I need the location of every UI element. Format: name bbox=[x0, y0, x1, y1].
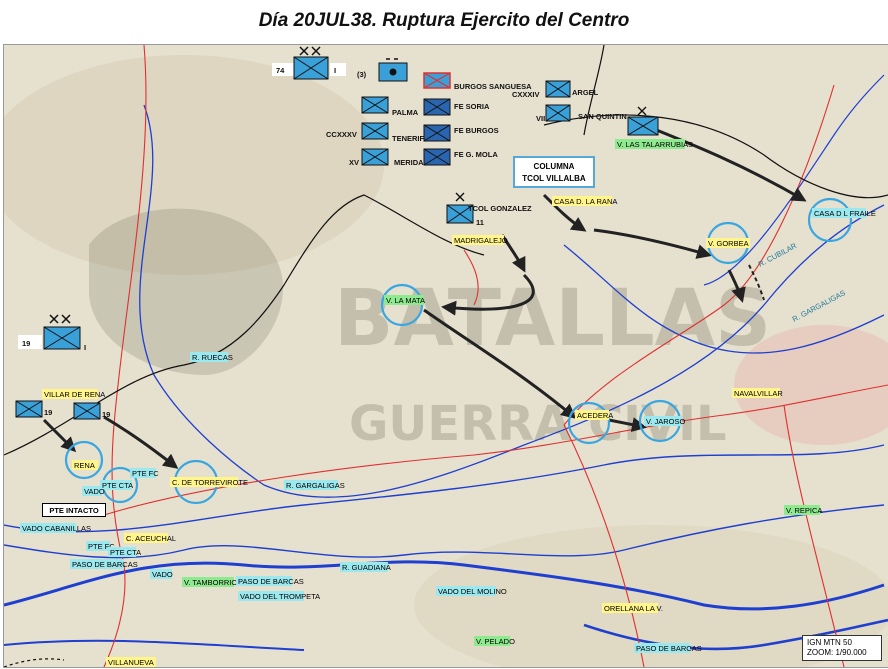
svg-text:VILLAR DE RENA: VILLAR DE RENA bbox=[44, 390, 105, 399]
svg-text:11: 11 bbox=[476, 218, 484, 227]
label-pte-cta: PTE CTA bbox=[100, 480, 133, 490]
scale-line1: IGN MTN 50 bbox=[807, 638, 852, 647]
svg-text:PASO DE BARCAS: PASO DE BARCAS bbox=[636, 644, 702, 653]
bridge-intact-box: PTE INTACTO bbox=[42, 503, 106, 517]
label-orellana: ORELLANA LA V. bbox=[602, 603, 663, 613]
svg-text:CXXXIV: CXXXIV bbox=[512, 90, 540, 99]
label-villar-rena: VILLAR DE RENA bbox=[42, 389, 105, 399]
svg-text:CASA D L FRAILE: CASA D L FRAILE bbox=[814, 209, 876, 218]
svg-text:PTE CTA: PTE CTA bbox=[110, 548, 141, 557]
svg-text:V. JAROSO: V. JAROSO bbox=[646, 417, 685, 426]
svg-text:PASO DE BARCAS: PASO DE BARCAS bbox=[238, 577, 304, 586]
svg-text:FE BURGOS: FE BURGOS bbox=[454, 126, 499, 135]
svg-text:FE G. MOLA: FE G. MOLA bbox=[454, 150, 498, 159]
svg-text:V. LA MATA: V. LA MATA bbox=[386, 296, 425, 305]
svg-text:V. REPICA: V. REPICA bbox=[786, 506, 822, 515]
label-paso-barcas2: PASO DE BARCAS bbox=[236, 576, 304, 586]
label-v-repica: V. REPICA bbox=[784, 505, 822, 515]
svg-text:SAN QUINTIN: SAN QUINTIN bbox=[578, 112, 627, 121]
label-acedera: ACEDERA bbox=[575, 410, 613, 420]
svg-text:V. PELADO: V. PELADO bbox=[476, 637, 515, 646]
svg-text:C. DE TORREVIROTE: C. DE TORREVIROTE bbox=[172, 478, 248, 487]
label-v-tamborrio: V. TAMBORRIO bbox=[182, 577, 237, 587]
svg-text:I: I bbox=[334, 66, 336, 75]
scale-line2: ZOOM: 1/90.000 bbox=[807, 648, 867, 657]
label-rena: RENA bbox=[72, 460, 98, 470]
svg-text:I: I bbox=[84, 343, 86, 352]
svg-text:VII: VII bbox=[536, 114, 545, 123]
scale-box: IGN MTN 50 ZOOM: 1/90.000 bbox=[802, 635, 882, 661]
svg-text:ARGEL: ARGEL bbox=[572, 88, 599, 97]
label-navalvillar: NAVALVILLAR bbox=[732, 388, 783, 398]
callout-line1: COLUMNA bbox=[533, 162, 575, 171]
label-pte-cta2: PTE CTA bbox=[108, 547, 141, 557]
svg-text:74: 74 bbox=[276, 66, 285, 75]
label-c-torrevirote: C. DE TORREVIROTE bbox=[170, 477, 248, 487]
svg-text:ORELLANA LA V.: ORELLANA LA V. bbox=[604, 604, 663, 613]
label-casa-rana: CASA D. LA RANA bbox=[552, 196, 617, 206]
label-v-la-mata: V. LA MATA bbox=[384, 295, 425, 305]
label-villanueva: VILLANUEVA bbox=[106, 657, 156, 667]
svg-text:19: 19 bbox=[102, 410, 110, 419]
svg-text:V. TAMBORRIO: V. TAMBORRIO bbox=[184, 578, 237, 587]
svg-text:TCOL GONZALEZ: TCOL GONZALEZ bbox=[468, 204, 532, 213]
label-madrigalejo: MADRIGALEJO bbox=[452, 235, 508, 245]
svg-text:MADRIGALEJO: MADRIGALEJO bbox=[454, 236, 508, 245]
svg-text:VADO: VADO bbox=[84, 487, 105, 496]
svg-text:VADO DEL MOLINO: VADO DEL MOLINO bbox=[438, 587, 507, 596]
watermark-line1: BATALLAS bbox=[334, 274, 771, 364]
svg-text:PASO DE BARCAS: PASO DE BARCAS bbox=[72, 560, 138, 569]
label-r-gargaligas-s: R. GARGALIGAS bbox=[284, 480, 345, 490]
label-casa-fraile: CASA D L FRAILE bbox=[812, 208, 876, 218]
svg-text:ACEDERA: ACEDERA bbox=[577, 411, 613, 420]
svg-text:MERIDA: MERIDA bbox=[394, 158, 424, 167]
svg-text:19: 19 bbox=[22, 339, 30, 348]
column-callout: COLUMNA TCOL VILLALBA bbox=[513, 156, 595, 188]
svg-text:XV: XV bbox=[349, 158, 359, 167]
label-v-pelado: V. PELADO bbox=[474, 636, 515, 646]
svg-text:PALMA: PALMA bbox=[392, 108, 419, 117]
label-paso-barcas3: PASO DE BARCAS bbox=[634, 643, 702, 653]
svg-text:VADO: VADO bbox=[152, 570, 173, 579]
svg-text:CCXXXV: CCXXXV bbox=[326, 130, 357, 139]
svg-text:19: 19 bbox=[44, 408, 52, 417]
label-r-guadiana: R. GUADIANA bbox=[340, 562, 391, 572]
svg-text:R. RUECAS: R. RUECAS bbox=[192, 353, 233, 362]
svg-text:VILLANUEVA: VILLANUEVA bbox=[108, 658, 154, 667]
label-pte-fc: PTE FC bbox=[130, 468, 159, 478]
svg-text:FE SORIA: FE SORIA bbox=[454, 102, 490, 111]
svg-text:V. LAS TALARRUBIAS: V. LAS TALARRUBIAS bbox=[617, 140, 693, 149]
svg-text:R. GARGALIGAS: R. GARGALIGAS bbox=[286, 481, 345, 490]
callout-line2: TCOL VILLALBA bbox=[522, 174, 586, 183]
svg-text:PTE CTA: PTE CTA bbox=[102, 481, 133, 490]
label-v-jaroso: V. JAROSO bbox=[644, 416, 685, 426]
svg-text:R. GUADIANA: R. GUADIANA bbox=[342, 563, 391, 572]
label-vado-cabanillas: VADO CABANILLAS bbox=[20, 523, 91, 533]
label-vado-trompeta: VADO DEL TROMPETA bbox=[238, 591, 320, 601]
label-vado-molino: VADO DEL MOLINO bbox=[436, 586, 507, 596]
label-vado: VADO bbox=[82, 486, 105, 496]
label-r-ruecas: R. RUECAS bbox=[190, 352, 233, 362]
label-paso-barcas: PASO DE BARCAS bbox=[70, 559, 138, 569]
page-title: Día 20JUL38. Ruptura Ejercito del Centro bbox=[258, 10, 630, 31]
svg-text:C. ACEUCHAL: C. ACEUCHAL bbox=[126, 534, 176, 543]
svg-text:VADO DEL TROMPETA: VADO DEL TROMPETA bbox=[240, 592, 320, 601]
label-las-talarrubias: V. LAS TALARRUBIAS bbox=[615, 139, 693, 149]
svg-text:RENA: RENA bbox=[74, 461, 95, 470]
svg-text:NAVALVILLAR: NAVALVILLAR bbox=[734, 389, 783, 398]
svg-text:V. GORBEA: V. GORBEA bbox=[708, 239, 749, 248]
label-gorbea: V. GORBEA bbox=[706, 238, 750, 248]
map-canvas[interactable]: BATALLAS GUERRA CIVIL V. LAS TALARRUBIAS… bbox=[3, 44, 888, 668]
svg-text:PTE FC: PTE FC bbox=[132, 469, 159, 478]
svg-text:CASA D. LA RANA: CASA D. LA RANA bbox=[554, 197, 617, 206]
label-c-aceuchal: C. ACEUCHAL bbox=[124, 533, 176, 543]
map-svg: BATALLAS GUERRA CIVIL V. LAS TALARRUBIAS… bbox=[4, 45, 888, 667]
svg-text:(3): (3) bbox=[357, 70, 367, 79]
svg-text:VADO CABANILLAS: VADO CABANILLAS bbox=[22, 524, 91, 533]
label-vado2: VADO bbox=[150, 569, 173, 579]
